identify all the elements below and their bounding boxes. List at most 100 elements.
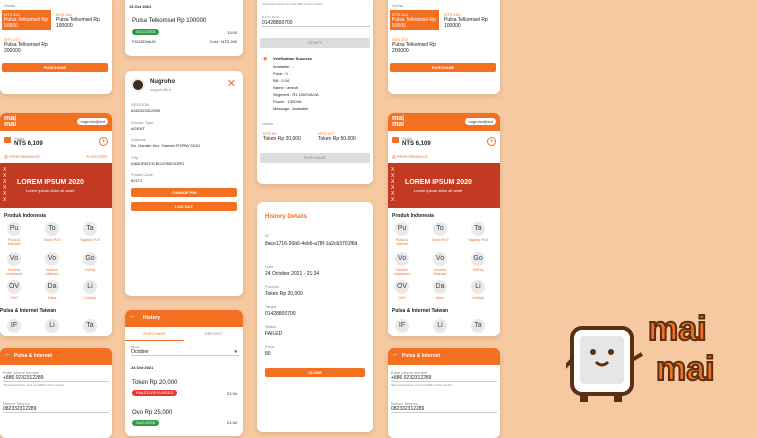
product-icon[interactable]: Pu: [7, 222, 21, 236]
city-label: City: [131, 155, 138, 160]
home-screen-right: mai mai nugroho@erd Saldo NTS 6,109 + ▥ P…: [388, 113, 500, 336]
product-icon[interactable]: To: [433, 222, 447, 236]
product-icon[interactable]: Da: [433, 280, 447, 294]
product-label: Dana: [435, 296, 445, 300]
purchase-button[interactable]: PURCHASE: [390, 63, 496, 72]
history-item-time: 21:34: [226, 391, 237, 396]
banner-pattern: XXXXXX: [391, 167, 395, 203]
product-icon[interactable]: Vo: [433, 252, 447, 266]
variant-option[interactable]: NTS 244 Pulsa Telkomsel Rp 100000: [442, 10, 494, 30]
phone-input[interactable]: +886 0232312289: [391, 375, 497, 382]
saldo-value: NTS 6,109: [402, 141, 431, 147]
product-icon[interactable]: Go: [83, 252, 97, 266]
product-icon[interactable]: Li: [45, 319, 59, 333]
performance-link[interactable]: ▥ PERFORMANCE: [392, 154, 428, 159]
verify-screen: *Received will be sent via SMS to the nu…: [257, 0, 373, 184]
variant-option[interactable]: NTS 373 Pulsa Telkomsel Rp 200000: [390, 35, 439, 55]
add-saldo-icon[interactable]: +: [487, 137, 496, 146]
mascot-logo: mai mai: [562, 310, 746, 405]
product-icon[interactable]: IF: [7, 319, 21, 333]
transaction-time: 13:00: [226, 30, 237, 35]
purchase-button-disabled[interactable]: PURCHASE: [260, 153, 370, 163]
logout-button[interactable]: LOG OUT: [131, 202, 237, 211]
variant-label: Varian: [262, 121, 274, 126]
product-icon[interactable]: Pu: [395, 222, 409, 236]
tab-purchase[interactable]: PURCHASE: [125, 331, 184, 341]
details-product-label: Product: [265, 284, 279, 289]
vendor-type-label: Vendor Type: [131, 120, 154, 125]
phone-note: *Received will be sent via SMS to this n…: [391, 383, 453, 387]
user-chip[interactable]: nugroho@erd: [465, 118, 496, 125]
variant-label: Varian: [392, 3, 404, 8]
back-arrow-icon[interactable]: ←: [4, 351, 11, 358]
user-chip[interactable]: nugroho@erd: [77, 118, 108, 125]
change-pin-button[interactable]: CHANGE PIN: [131, 188, 237, 197]
promo-banner[interactable]: XXXXXX LOREM IPSUM 2020 Lorem ipsum dolo…: [388, 163, 500, 208]
add-saldo-icon[interactable]: +: [99, 137, 108, 146]
product-icon[interactable]: Da: [45, 280, 59, 294]
details-price: 80: [265, 351, 271, 357]
meter-input[interactable]: 01428800700: [262, 20, 370, 27]
variant-name: Pulsa Telkomsel Rp 50000: [4, 17, 48, 29]
month-select[interactable]: October ▾: [131, 349, 239, 356]
product-icon[interactable]: Go: [471, 252, 485, 266]
product-icon[interactable]: Ta: [471, 222, 485, 236]
back-arrow-icon[interactable]: ←: [392, 351, 399, 358]
verify-line: Price : 0: [273, 71, 288, 76]
number-input[interactable]: 082332312289: [391, 406, 497, 413]
product-label: Token PLN: [431, 238, 449, 242]
purchase-button[interactable]: PURCHASE: [2, 63, 108, 72]
back-arrow-icon[interactable]: ←: [129, 313, 136, 320]
profile-handle: nugrohoErd: [150, 87, 171, 92]
postal-value: 62171: [131, 178, 143, 183]
variant-option-selected[interactable]: NTS 343 Pulsa Telkomsel Rp 50000: [2, 10, 51, 30]
history-screen: ← History PURCHASE DEPOSIT Month October…: [125, 310, 243, 436]
variant-name: Pulsa Telkomsel Rp 200000: [392, 42, 436, 54]
product-icon[interactable]: Li: [83, 280, 97, 294]
verify-button[interactable]: VERIFY: [260, 38, 370, 48]
banner-title: LOREM IPSUM 2020: [405, 179, 472, 186]
promo-banner[interactable]: XXXXXX LOREM IPSUM 2020 Lorem ipsum dolo…: [0, 163, 112, 208]
success-check-icon: ◉: [263, 56, 268, 62]
product-icon[interactable]: Ta: [83, 222, 97, 236]
details-id: 8ace1716-26b6-4eb6-a78f-1a2cb3701f6d: [265, 241, 358, 247]
performance-link[interactable]: ▥ PERFORMANCE: [4, 154, 40, 159]
product-label: Voucher Alfamart: [45, 268, 59, 276]
banner-subtitle: Lorem ipsum dolor sit amet: [414, 188, 463, 193]
close-icon[interactable]: ✕: [227, 79, 236, 90]
product-icon[interactable]: Vo: [395, 252, 409, 266]
product-icon[interactable]: Li: [433, 319, 447, 333]
product-icon[interactable]: OV: [395, 280, 409, 294]
variant-option[interactable]: NTS 177 Token Rp 50,000: [316, 129, 368, 147]
product-icon[interactable]: IF: [395, 319, 409, 333]
variant-option[interactable]: NTS 80 Token Rp 20,000: [261, 129, 313, 147]
pulsa-header: ← Pulsa & Internet: [0, 348, 112, 365]
phone-input[interactable]: +886 0232312289: [3, 375, 109, 382]
product-icon[interactable]: OV: [7, 280, 21, 294]
tab-deposit[interactable]: DEPOSIT: [184, 331, 243, 336]
number-input[interactable]: 082332312289: [3, 406, 109, 413]
product-icon[interactable]: Ta: [471, 319, 485, 333]
history-link[interactable]: ⟲ HISTORY: [86, 154, 108, 159]
history-title: History: [143, 315, 161, 321]
banner-title: LOREM IPSUM 2020: [17, 179, 84, 186]
variant-option-selected[interactable]: NTS 343 Pulsa Telkomsel Rp 50000: [390, 10, 439, 30]
phone-note: *Received will be sent via SMS to this n…: [3, 383, 65, 387]
product-icon[interactable]: Vo: [7, 252, 21, 266]
transaction-card[interactable]: 13 Oct 2021 Pulsa Telkomsel Rp 100000 SU…: [125, 0, 243, 56]
product-icon[interactable]: Vo: [45, 252, 59, 266]
variant-option[interactable]: NTS 373 Pulsa Telkomsel Rp 200000: [2, 35, 51, 55]
verify-line: Power : 1300VA: [273, 99, 302, 104]
variant-option[interactable]: NTS 244 Pulsa Telkomsel Rp 100000: [54, 10, 106, 30]
verify-success-title: Verification Success: [273, 56, 312, 61]
product-icon[interactable]: Ta: [83, 319, 97, 333]
product-label: GoPay: [472, 268, 484, 272]
product-icon[interactable]: To: [45, 222, 59, 236]
pulsa-form-left: ← Pulsa & Internet Enter phone number +8…: [0, 348, 112, 438]
wallet-icon: [4, 137, 11, 143]
product-icon[interactable]: Li: [471, 280, 485, 294]
close-button[interactable]: CLOSE: [265, 368, 365, 377]
app-logo: mai mai: [392, 115, 405, 128]
home-header: mai mai nugroho@erd: [388, 113, 500, 131]
verify-line: Bill : 0.06: [273, 78, 290, 83]
